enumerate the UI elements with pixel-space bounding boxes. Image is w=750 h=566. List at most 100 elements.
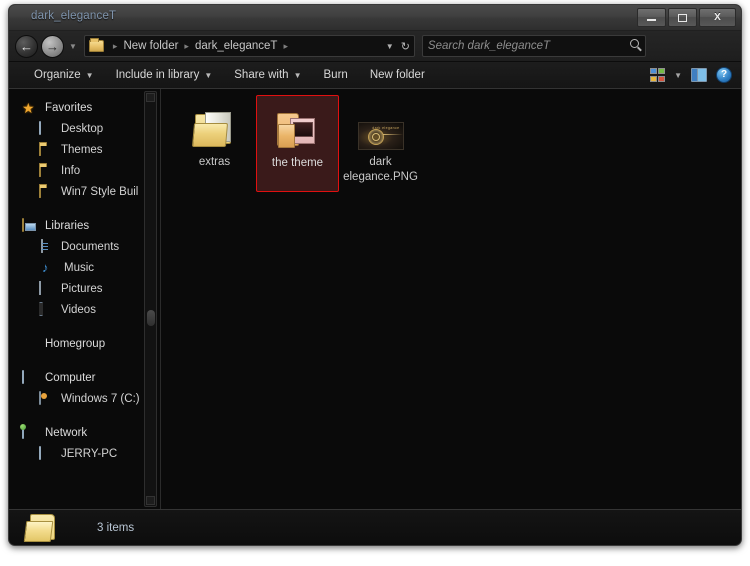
file-item-extras[interactable]: extras [173,95,256,176]
explorer-window: dark_eleganceT X ← → ▼ ▸ New folder ▸ da… [8,4,742,546]
file-item-label: dark elegance.PNG [343,156,418,183]
toolbar-organize-label: Organize [34,69,81,81]
window-body: ★ Favorites Desktop Themes Info Win7 Sty… [9,89,741,509]
sidebar-group-homegroup-label: Homegroup [45,337,106,350]
help-icon[interactable]: ? [716,67,732,83]
toolbar-burn-button[interactable]: Burn [313,64,359,86]
document-icon [41,238,43,253]
file-item-label: the theme [271,157,324,169]
sidebar-item-documents-label: Documents [61,240,120,253]
close-button[interactable]: X [699,8,736,27]
breadcrumb-separator-icon: ▸ [112,40,118,51]
scroll-down-button[interactable] [146,496,155,505]
refresh-icon[interactable]: ↻ [401,40,410,53]
window-controls: X [637,8,736,27]
sidebar-item-videos[interactable]: Videos [9,299,160,320]
sidebar-item-pictures-label: Pictures [61,282,103,295]
sidebar-item-windows-7-c-label: Windows 7 (C:) [61,392,140,405]
toolbar-share-with-label: Share with [234,69,289,81]
file-item-the-theme[interactable]: the theme [256,95,339,192]
sidebar-item-documents[interactable]: Documents [9,236,160,257]
folder-icon [88,38,104,52]
sidebar-item-videos-label: Videos [61,303,96,316]
sidebar-item-desktop-label: Desktop [61,122,104,135]
folder-icon [176,102,253,150]
computer-icon [22,369,24,384]
sidebar-scrollbar[interactable] [144,91,157,507]
file-list-pane[interactable]: extras the theme dark elegance dark eleg… [161,89,741,509]
star-icon: ★ [22,99,35,116]
sidebar-group-network[interactable]: Network [9,422,160,443]
sidebar-item-win7-style-builder-label: Win7 Style Buil [61,185,139,198]
file-item-dark-elegance-png[interactable]: dark elegance dark elegance.PNG [339,95,422,191]
folder-icon [39,183,41,198]
chevron-down-icon: ▼ [85,71,94,80]
scrollbar-thumb[interactable] [147,310,155,326]
sidebar-group-homegroup[interactable]: Homegroup [9,333,160,354]
preview-pane-icon[interactable] [691,68,707,82]
folder-icon [39,162,41,177]
toolbar-burn-label: Burn [323,69,348,81]
address-bar-actions: ▼ ↻ [386,36,410,56]
sidebar-item-desktop[interactable]: Desktop [9,118,160,139]
back-button[interactable]: ← [15,34,38,58]
sidebar-item-win7-style-builder[interactable]: Win7 Style Buil [9,181,160,202]
toolbar-share-with-button[interactable]: Share with ▼ [223,64,312,86]
breadcrumb-item-dark-elegancet[interactable]: dark_eleganceT [195,40,277,52]
sidebar-item-pictures[interactable]: Pictures [9,278,160,299]
sidebar-item-music-label: Music [64,261,95,274]
pc-icon [39,445,41,460]
recent-pages-caret-icon[interactable]: ▼ [69,42,77,51]
sidebar-item-windows-7-c[interactable]: Windows 7 (C:) [9,388,160,409]
breadcrumb[interactable]: ▸ New folder ▸ dark_eleganceT ▸ ▼ ↻ [83,35,415,57]
scroll-up-button[interactable] [146,93,155,102]
minimize-icon [647,19,656,21]
sidebar-group-favorites[interactable]: ★ Favorites [9,97,160,118]
breadcrumb-item-new-folder[interactable]: New folder [123,40,178,52]
toolbar-right-actions: ▼ ? [650,62,732,88]
image-thumbnail: dark elegance [342,102,419,150]
navigation-pane: ★ Favorites Desktop Themes Info Win7 Sty… [9,89,161,509]
monitor-icon [39,120,41,135]
file-items: extras the theme dark elegance dark eleg… [173,95,741,192]
sidebar-group-network-label: Network [45,426,88,439]
sidebar-group-libraries[interactable]: Libraries [9,215,160,236]
music-note-icon: ♪ [42,259,49,275]
sidebar-group-favorites-label: Favorites [45,101,93,114]
toolbar-new-folder-label: New folder [369,69,425,81]
folder-icon [39,141,41,156]
sidebar-item-themes-label: Themes [61,143,103,156]
file-item-label: extras [198,156,231,168]
toolbar-include-in-library-button[interactable]: Include in library ▼ [105,64,224,86]
command-toolbar: Organize ▼ Include in library ▼ Share wi… [9,62,741,89]
address-bar: ← → ▼ ▸ New folder ▸ dark_eleganceT ▸ ▼ … [9,31,741,62]
sidebar-item-themes[interactable]: Themes [9,139,160,160]
breadcrumb-separator-icon: ▸ [184,40,189,51]
sidebar-item-info-label: Info [61,164,81,177]
chevron-down-icon[interactable]: ▼ [386,42,394,51]
minimize-button[interactable] [637,8,666,27]
picture-icon [39,280,41,295]
sidebar-item-jerry-pc[interactable]: JERRY-PC [9,443,160,464]
search-icon [629,39,639,48]
toolbar-new-folder-button[interactable]: New folder [359,64,436,86]
thumbnail-caption: dark elegance [372,126,400,130]
network-icon [22,424,24,439]
sidebar-item-info[interactable]: Info [9,160,160,181]
toolbar-organize-button[interactable]: Organize ▼ [23,64,105,86]
breadcrumb-separator-icon: ▸ [283,40,288,51]
change-view-icon[interactable] [650,68,666,82]
forward-button[interactable]: → [41,34,64,58]
status-item-count: 3 items [97,521,135,534]
maximize-button[interactable] [668,8,697,27]
sidebar-group-computer[interactable]: Computer [9,367,160,388]
chevron-down-icon[interactable]: ▼ [674,71,682,80]
folder-icon [260,103,335,151]
search-input[interactable]: Search dark_eleganceT [421,35,646,57]
sidebar-item-music[interactable]: ♪ Music [9,257,160,278]
sidebar-group-libraries-label: Libraries [45,219,90,232]
libraries-icon [22,217,24,232]
